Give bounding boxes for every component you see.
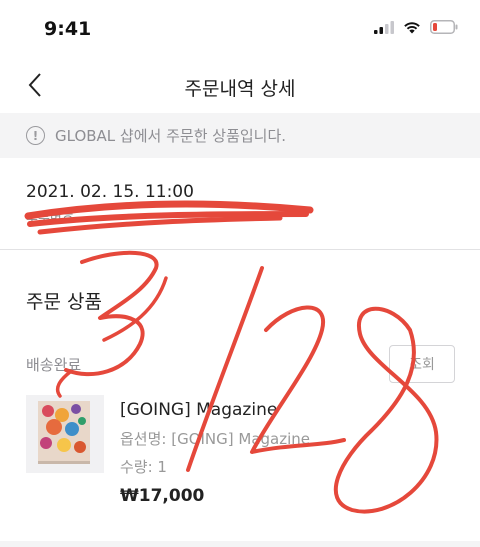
shipping-status: 배송완료 [26,356,82,374]
product-option: 옵션명: [GOING] Magazine [120,430,311,448]
status-bar: 9:41 [0,0,480,60]
product-price: ₩17,000 [120,486,205,506]
section-title-order-items: 주문 상품 [26,291,102,313]
info-circle-icon: ! [26,126,45,145]
order-date: 2021. 02. 15. 11:00 [26,182,194,202]
status-icons [374,20,458,34]
notice-text: GLOBAL 샵에서 주문한 상품입니다. [55,127,287,145]
product-thumbnail[interactable] [26,395,104,473]
tracking-lookup-button[interactable]: 조회 [389,345,455,383]
navigation-bar: 주문내역 상세 [0,60,480,112]
cellular-signal-icon [374,20,394,34]
global-shop-notice: ! GLOBAL 샵에서 주문한 상품입니다. [0,113,480,158]
section-divider [0,541,480,547]
battery-low-icon [430,20,458,34]
page-title: 주문내역 상세 [184,78,296,100]
magazine-cover-image [26,395,104,473]
wifi-icon [404,21,420,33]
product-name[interactable]: [GOING] Magazine [120,400,277,420]
order-info: 2021. 02. 15. 11:00 주문번호 [0,158,480,250]
product-quantity: 수량: 1 [120,458,167,476]
status-time: 9:41 [44,18,92,40]
order-number: 주문번호 [26,212,74,227]
